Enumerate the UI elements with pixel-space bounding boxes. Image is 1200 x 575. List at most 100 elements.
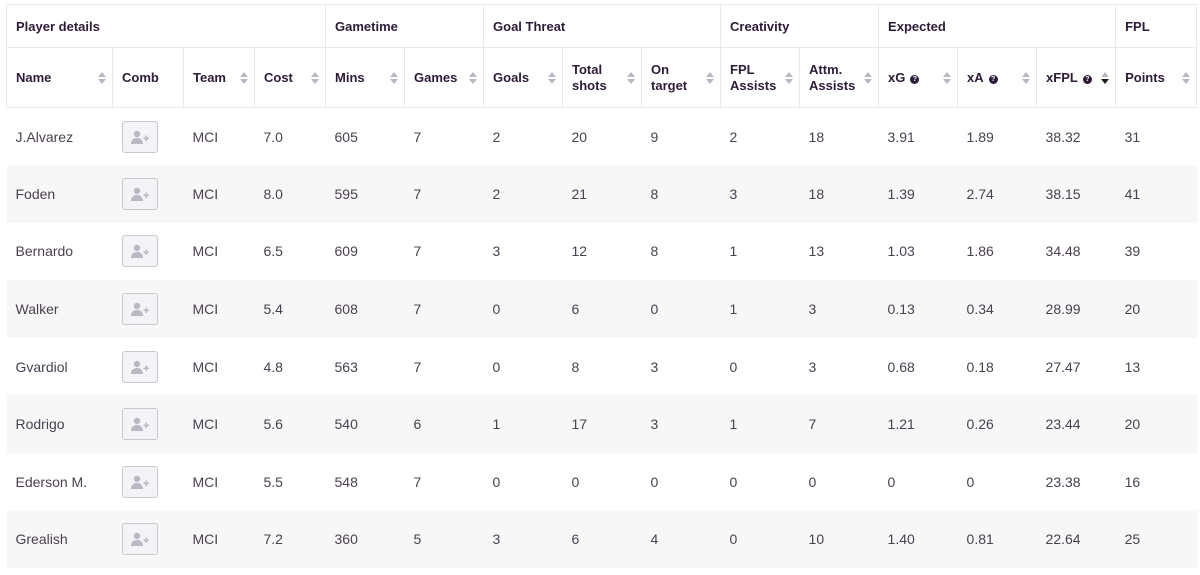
- add-player-button[interactable]: [121, 465, 158, 498]
- column-header-xg[interactable]: xG?: [878, 47, 959, 108]
- sort-up-icon: [864, 71, 873, 77]
- cell-attm-assists: 18: [799, 165, 879, 223]
- add-player-button[interactable]: [121, 293, 158, 326]
- add-player-button[interactable]: [121, 177, 158, 210]
- sort-down-icon: [390, 78, 399, 84]
- cell-goals: 0: [492, 358, 501, 375]
- cell-xg: 1.21: [878, 395, 958, 454]
- sort-arrows-icon[interactable]: [627, 71, 636, 84]
- column-header-label: Total shots: [572, 61, 607, 93]
- cell-shots: 0: [571, 473, 580, 490]
- add-player-button[interactable]: [121, 235, 158, 268]
- cell-comb: [112, 280, 184, 338]
- sort-arrows-icon[interactable]: [548, 71, 557, 84]
- sort-arrows-icon[interactable]: [706, 71, 715, 84]
- sort-arrows-icon[interactable]: [1101, 71, 1110, 84]
- cell-xa: 0.34: [957, 280, 1037, 338]
- cell-team: MCI: [192, 243, 219, 260]
- user-plus-icon: [130, 418, 149, 432]
- cell-goals: 2: [492, 128, 501, 145]
- sort-arrows-icon[interactable]: [390, 71, 399, 84]
- sort-arrows-icon[interactable]: [469, 71, 478, 84]
- table-row: Gvardiol MCI 4.8 563 7 0 8 3 0 3 0.68 0.18 27.47 13: [7, 338, 1197, 396]
- sort-down-icon: [469, 78, 478, 84]
- cell-fpl-assists: 1: [720, 395, 800, 454]
- cell-goals: 1: [483, 395, 563, 454]
- column-header-xa[interactable]: xA?: [957, 47, 1038, 108]
- cell-mins: 609: [334, 243, 358, 260]
- sort-up-icon: [1101, 71, 1110, 77]
- column-header-label: xG: [888, 69, 906, 85]
- add-player-button[interactable]: [121, 350, 158, 383]
- column-header-mins[interactable]: Mins: [325, 47, 406, 108]
- column-header-total-shots[interactable]: Total shots: [562, 47, 643, 108]
- sort-up-icon: [548, 71, 557, 77]
- cell-xa: 1.86: [966, 243, 994, 260]
- question-circle-icon[interactable]: ?: [1082, 74, 1092, 84]
- column-header-attm-assists[interactable]: Attm. Assists: [799, 47, 880, 108]
- cell-cost: 5.4: [254, 280, 326, 338]
- column-header-goals[interactable]: Goals: [483, 47, 564, 108]
- cell-xfpl: 22.64: [1036, 510, 1116, 569]
- cell-points: 31: [1124, 128, 1141, 145]
- cell-team: MCI: [183, 280, 255, 338]
- sort-up-icon: [706, 71, 715, 77]
- cell-mins: 608: [325, 280, 405, 338]
- cell-goals: 0: [483, 280, 563, 338]
- add-player-button[interactable]: [121, 523, 158, 556]
- table-row: J.Alvarez MCI 7.0 605 7 2 20 9 2 18 3.91 1.89 38.32 3…: [7, 108, 1197, 166]
- question-circle-icon[interactable]: ?: [910, 74, 920, 84]
- sort-arrows-icon[interactable]: [785, 71, 794, 84]
- column-group-player-details: Player details: [5, 4, 327, 48]
- cell-games: 5: [404, 510, 484, 569]
- column-header-label: Attm. Assists: [809, 61, 856, 93]
- cell-mins: 540: [325, 395, 405, 454]
- cell-on-target: 0: [650, 473, 659, 490]
- cell-comb: [112, 395, 184, 454]
- cell-goals: 2: [483, 165, 563, 223]
- cell-xg: 1.39: [878, 165, 958, 223]
- sort-down-icon: [311, 78, 320, 84]
- cell-shots: 17: [562, 395, 642, 454]
- column-header-cost[interactable]: Cost: [253, 47, 327, 108]
- column-header-on-target[interactable]: On target: [641, 47, 722, 108]
- sort-arrows-icon[interactable]: [240, 71, 248, 84]
- sort-down-icon: [1022, 78, 1031, 84]
- sort-arrows-icon[interactable]: [864, 71, 873, 84]
- column-header-label: On target: [651, 61, 688, 93]
- cell-games: 7: [413, 358, 422, 375]
- sort-down-icon: [548, 78, 557, 84]
- user-plus-icon: [130, 475, 149, 489]
- column-group-header-row: Player details Gametime Goal Threat Creativ…: [5, 4, 1198, 48]
- cell-xfpl: 23.44: [1036, 395, 1116, 454]
- add-player-button[interactable]: [121, 408, 158, 441]
- column-group-fpl: FPL: [1115, 4, 1198, 48]
- cell-comb: [113, 223, 184, 281]
- sort-arrows-icon[interactable]: [943, 71, 952, 84]
- column-header-games[interactable]: Games: [404, 47, 485, 108]
- column-header-points[interactable]: Points: [1115, 47, 1198, 108]
- sort-up-icon: [469, 71, 478, 77]
- sort-up-icon: [390, 71, 399, 77]
- add-player-button[interactable]: [121, 120, 158, 153]
- column-header-name[interactable]: Name: [6, 47, 113, 108]
- cell-fpl-assists: 2: [729, 128, 738, 145]
- question-circle-icon[interactable]: ?: [988, 74, 998, 84]
- column-header-fpl-assists[interactable]: FPL Assists: [720, 47, 801, 108]
- cell-on-target: 0: [641, 280, 721, 338]
- cell-points: 41: [1115, 165, 1197, 223]
- cell-cost: 4.8: [263, 358, 283, 375]
- column-header-label: Goals: [493, 69, 530, 85]
- sort-arrows-icon[interactable]: [311, 71, 320, 84]
- sort-arrows-icon[interactable]: [98, 71, 106, 84]
- cell-team: MCI: [192, 128, 219, 145]
- sort-arrows-icon[interactable]: [1022, 71, 1031, 84]
- cell-games: 7: [413, 243, 422, 260]
- user-plus-icon: [130, 130, 149, 144]
- column-header-xfpl[interactable]: xFPL?: [1036, 47, 1117, 108]
- cell-goals: 0: [492, 473, 501, 490]
- cell-attm-assists: 7: [799, 395, 879, 454]
- sort-arrows-icon[interactable]: [1182, 71, 1191, 84]
- column-header-team[interactable]: Team: [183, 47, 255, 108]
- cell-on-target: 9: [650, 128, 659, 145]
